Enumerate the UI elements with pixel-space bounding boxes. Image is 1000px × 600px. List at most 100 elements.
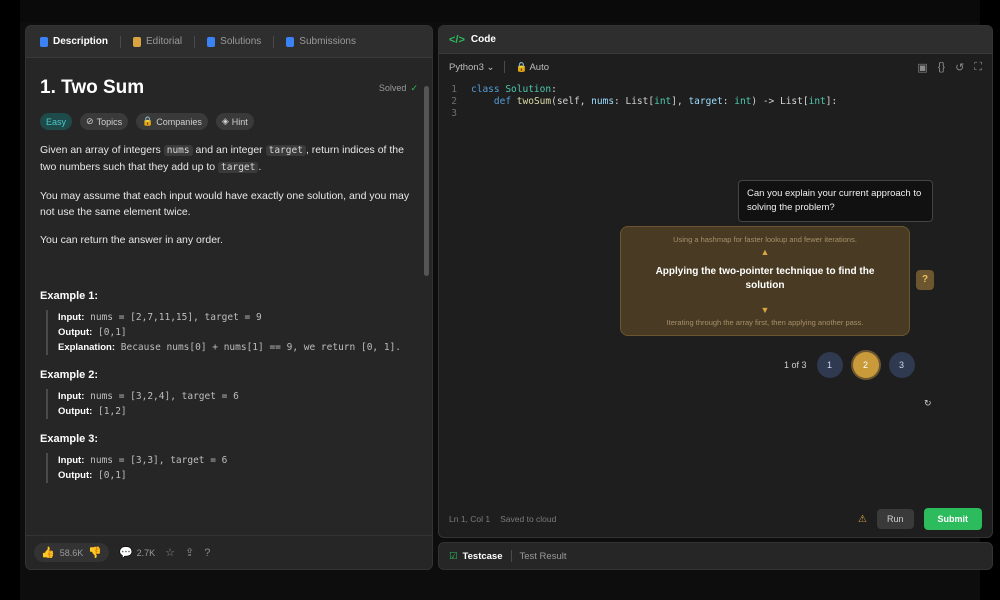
testcase-label: Testcase — [462, 550, 503, 562]
tag-row: Easy ⊘ Topics 🔒 Companies ◈ Hint — [40, 113, 418, 130]
hint-option-bottom[interactable]: Iterating through the array first, then … — [621, 318, 909, 327]
hint-option-top[interactable]: Using a hashmap for faster lookup and fe… — [621, 235, 909, 244]
check-icon: ✓ — [410, 82, 418, 93]
example-output: [0,1] — [98, 327, 127, 338]
code-token: twoSum — [516, 96, 552, 107]
example-heading: Example 1: — [40, 290, 99, 302]
description-scrollbar[interactable] — [424, 86, 429, 276]
tab-divider — [194, 35, 196, 48]
tab-solutions[interactable]: Solutions — [201, 32, 267, 51]
description-footer: 👍 58.6K 👎 💬 2.7K ☆ ⇪ ? — [26, 535, 432, 569]
hint-card: Using a hashmap for faster lookup and fe… — [620, 226, 910, 336]
testcase-panel: ☑ Testcase Test Result — [438, 542, 993, 570]
like-count: 58.6K — [59, 547, 84, 558]
output-label: Output: — [58, 406, 93, 417]
example-explanation: Because nums[0] + nums[1] == 9, we retur… — [120, 342, 402, 353]
companies-tag[interactable]: 🔒 Companies — [136, 113, 208, 130]
output-label: Output: — [58, 327, 93, 338]
bulb-icon: ◈ — [221, 116, 229, 126]
hint-tag[interactable]: ◈ Hint — [215, 113, 254, 130]
code-token: ], — [671, 96, 689, 107]
solved-badge: Solved ✓ — [379, 83, 418, 94]
arrow-down-icon: ▲ — [760, 247, 770, 257]
tab-divider — [273, 35, 275, 48]
tab-editorial[interactable]: Editorial — [127, 32, 188, 51]
warning-icon[interactable]: ⚠ — [858, 514, 867, 525]
thumbs-down-icon: 👎 — [88, 547, 102, 559]
step-2[interactable]: 2 — [852, 352, 879, 378]
auto-mode[interactable]: 🔒 Auto — [515, 62, 549, 73]
code-token: int — [808, 96, 826, 107]
code-tabbar: </> Code — [439, 26, 992, 54]
hint-option-main[interactable]: Applying the two-pointer technique to fi… — [635, 265, 895, 293]
hint-badge[interactable]: ? — [916, 270, 934, 290]
solved-label: Solved — [378, 83, 407, 93]
example-output: [1,2] — [98, 406, 127, 417]
language-label: Python3 — [449, 61, 484, 73]
fullscreen-icon[interactable]: ⛶ — [974, 61, 982, 74]
help-icon[interactable]: ? — [204, 547, 210, 559]
problem-description: 1. Two Sum Solved ✓ Easy ⊘ Topics 🔒 Compan… — [26, 59, 432, 535]
example-box: Input: nums = [2,7,11,15], target = 9 Ou… — [46, 310, 418, 355]
cursor-position: Ln 1, Col 1 — [449, 514, 491, 524]
step-3[interactable]: 3 — [888, 352, 915, 378]
code-token: : — [551, 84, 557, 95]
submit-button[interactable]: Submit — [923, 508, 982, 530]
mode-label: Auto — [529, 61, 549, 73]
comment-icon: 💬 — [118, 547, 133, 559]
lock-icon: 🔒 — [515, 61, 528, 73]
tab-editorial-label: Editorial — [146, 36, 183, 47]
lock-icon: 🔒 — [142, 116, 154, 126]
star-icon[interactable]: ☆ — [165, 546, 175, 559]
tab-submissions-label: Submissions — [299, 36, 356, 47]
step-1[interactable]: 1 — [816, 352, 843, 378]
code-token: Solution — [505, 84, 552, 95]
like-button[interactable]: 👍 58.6K 👎 — [34, 543, 109, 562]
step-navigator: 1 of 3 1 2 3 — [784, 352, 915, 378]
editor-footer: Ln 1, Col 1 Saved to cloud ⚠ Run Submit — [439, 501, 992, 537]
comments-button[interactable]: 💬 2.7K — [119, 546, 155, 559]
step-label: 1 of 3 — [784, 360, 807, 370]
language-select[interactable]: Python3 ⌄ — [449, 62, 494, 73]
inline-code: nums — [163, 145, 193, 156]
topics-label: Topics — [96, 116, 123, 127]
statement-text: . — [258, 161, 262, 173]
braces-icon[interactable]: {} — [938, 61, 945, 73]
description-icon — [40, 36, 48, 47]
example-output: [0,1] — [98, 470, 127, 481]
problem-title: 1. Two Sum — [40, 77, 145, 98]
tab-description-label: Description — [53, 36, 109, 47]
problem-note: You may assume that each input would hav… — [40, 190, 410, 218]
code-token: def — [493, 96, 517, 107]
code-line[interactable]: 2 def twoSum(self, nums: List[int], targ… — [439, 96, 992, 108]
bookmark-icon[interactable]: ▣ — [917, 61, 927, 74]
example-box: Input: nums = [3,3], target = 6 Output: … — [46, 453, 418, 483]
code-line[interactable]: 3 — [439, 108, 992, 120]
code-line[interactable]: 1 class Solution: — [439, 84, 992, 96]
editor-toolbar: Python3 ⌄ 🔒 Auto ▣ {} ↺ ⛶ — [439, 54, 992, 80]
topics-tag[interactable]: ⊘ Topics — [80, 113, 129, 130]
code-icon: </> — [449, 33, 465, 46]
tab-test-result[interactable]: Test Result — [520, 551, 567, 562]
code-editor[interactable]: 1 class Solution: 2 def twoSum(self, nums:… — [439, 80, 992, 120]
line-number: 2 — [451, 96, 457, 107]
line-number: 1 — [451, 84, 457, 95]
companies-label: Companies — [156, 116, 202, 127]
tab-divider — [510, 550, 512, 562]
example-heading: Example 3: — [40, 433, 99, 445]
tab-description[interactable]: Description — [34, 32, 114, 51]
reset-icon[interactable]: ↺ — [955, 61, 964, 74]
run-button[interactable]: Run — [876, 509, 914, 529]
refresh-icon[interactable]: ↻ — [924, 398, 932, 409]
saved-status: Saved to cloud — [500, 514, 557, 524]
code-text: class Solution: — [471, 84, 557, 96]
share-icon[interactable]: ⇪ — [185, 546, 194, 559]
tab-submissions[interactable]: Submissions — [280, 32, 362, 51]
code-token: class — [471, 84, 506, 95]
tab-testcase[interactable]: ☑ Testcase — [449, 551, 503, 562]
problem-statement: Given an array of integers nums and an i… — [40, 142, 418, 176]
toolbar-divider — [504, 61, 506, 73]
solutions-icon — [207, 36, 216, 47]
code-token: int — [734, 96, 752, 107]
